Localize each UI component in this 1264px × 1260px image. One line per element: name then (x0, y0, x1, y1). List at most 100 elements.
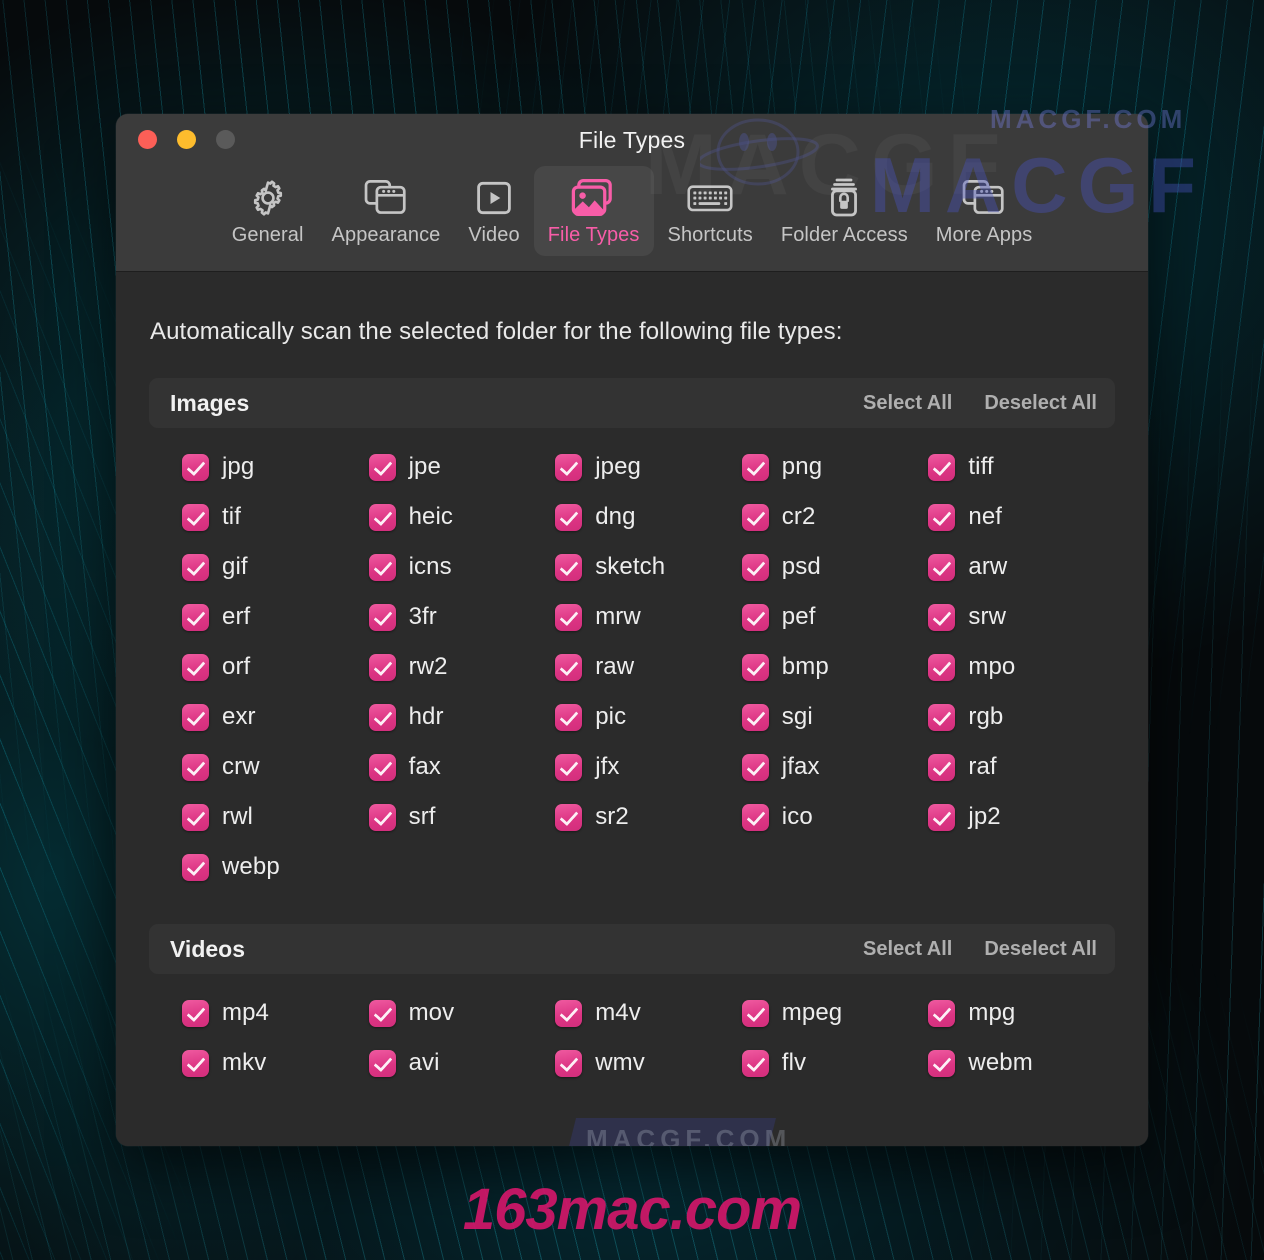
checkbox-checked-icon[interactable] (182, 653, 209, 681)
file-type-option[interactable]: tiff (928, 442, 1115, 492)
file-type-option[interactable]: psd (741, 542, 929, 592)
file-type-option[interactable]: exr (182, 692, 369, 742)
file-type-option[interactable]: crw (182, 742, 369, 792)
checkbox-checked-icon[interactable] (182, 453, 209, 481)
tab-folder-access[interactable]: Folder Access (767, 166, 922, 256)
file-type-option[interactable]: webp (182, 842, 369, 892)
checkbox-checked-icon[interactable] (928, 553, 956, 581)
file-type-option[interactable]: nef (928, 492, 1115, 542)
checkbox-checked-icon[interactable] (368, 603, 396, 631)
file-type-option[interactable]: fax (368, 742, 556, 792)
file-type-option[interactable]: mkv (182, 1038, 369, 1088)
checkbox-checked-icon[interactable] (928, 999, 956, 1027)
checkbox-checked-icon[interactable] (182, 703, 209, 731)
file-type-option[interactable]: bmp (741, 642, 929, 692)
checkbox-checked-icon[interactable] (182, 853, 209, 881)
file-type-option[interactable]: hdr (368, 692, 556, 742)
file-type-option[interactable]: wmv (555, 1038, 742, 1088)
file-type-option[interactable]: arw (928, 542, 1115, 592)
checkbox-checked-icon[interactable] (368, 503, 396, 531)
checkbox-checked-icon[interactable] (741, 603, 769, 631)
checkbox-checked-icon[interactable] (555, 453, 583, 481)
checkbox-checked-icon[interactable] (182, 999, 209, 1027)
checkbox-checked-icon[interactable] (741, 753, 769, 781)
checkbox-checked-icon[interactable] (928, 703, 956, 731)
file-type-option[interactable]: icns (368, 542, 556, 592)
checkbox-checked-icon[interactable] (182, 1049, 209, 1077)
videos-select-all-button[interactable]: Select All (863, 938, 952, 961)
file-type-option[interactable]: orf (182, 642, 369, 692)
file-type-option[interactable]: jpg (182, 442, 369, 492)
checkbox-checked-icon[interactable] (368, 703, 396, 731)
file-type-option[interactable]: jpe (368, 442, 556, 492)
tab-shortcuts[interactable]: Shortcuts (654, 166, 767, 256)
checkbox-checked-icon[interactable] (368, 803, 396, 831)
file-type-option[interactable]: 3fr (368, 592, 556, 642)
checkbox-checked-icon[interactable] (555, 753, 583, 781)
checkbox-checked-icon[interactable] (741, 999, 769, 1027)
file-type-option[interactable]: mpg (928, 988, 1115, 1038)
file-type-option[interactable]: jfx (555, 742, 742, 792)
checkbox-checked-icon[interactable] (741, 803, 769, 831)
checkbox-checked-icon[interactable] (741, 503, 769, 531)
file-type-option[interactable]: gif (182, 542, 369, 592)
file-type-option[interactable]: cr2 (741, 492, 929, 542)
file-type-option[interactable]: jp2 (928, 792, 1115, 842)
checkbox-checked-icon[interactable] (368, 753, 396, 781)
file-type-option[interactable]: heic (368, 492, 556, 542)
checkbox-checked-icon[interactable] (928, 603, 956, 631)
checkbox-checked-icon[interactable] (928, 1049, 956, 1077)
checkbox-checked-icon[interactable] (555, 553, 583, 581)
tab-appearance[interactable]: Appearance (318, 166, 455, 256)
file-type-option[interactable]: png (741, 442, 929, 492)
checkbox-checked-icon[interactable] (368, 1049, 396, 1077)
checkbox-checked-icon[interactable] (741, 653, 769, 681)
images-select-all-button[interactable]: Select All (863, 392, 952, 415)
tab-general[interactable]: General (218, 166, 318, 256)
file-type-option[interactable]: dng (555, 492, 742, 542)
file-type-option[interactable]: jpeg (555, 442, 742, 492)
file-type-option[interactable]: sr2 (555, 792, 742, 842)
checkbox-checked-icon[interactable] (555, 503, 583, 531)
checkbox-checked-icon[interactable] (368, 999, 396, 1027)
file-type-option[interactable]: rwl (182, 792, 369, 842)
file-type-option[interactable]: raw (555, 642, 742, 692)
checkbox-checked-icon[interactable] (555, 1049, 583, 1077)
file-type-option[interactable]: sgi (741, 692, 929, 742)
checkbox-checked-icon[interactable] (741, 703, 769, 731)
checkbox-checked-icon[interactable] (182, 553, 209, 581)
videos-deselect-all-button[interactable]: Deselect All (984, 938, 1097, 961)
file-type-option[interactable]: srw (928, 592, 1115, 642)
file-type-option[interactable]: sketch (555, 542, 742, 592)
file-type-option[interactable]: mpeg (741, 988, 929, 1038)
checkbox-checked-icon[interactable] (928, 653, 956, 681)
checkbox-checked-icon[interactable] (928, 453, 956, 481)
tab-file-types[interactable]: File Types (533, 166, 654, 256)
file-type-option[interactable]: srf (368, 792, 556, 842)
file-type-option[interactable]: pic (555, 692, 742, 742)
file-type-option[interactable]: tif (182, 492, 369, 542)
tab-more-apps[interactable]: More Apps (922, 166, 1047, 256)
file-type-option[interactable]: jfax (741, 742, 929, 792)
file-type-option[interactable]: webm (928, 1038, 1115, 1088)
checkbox-checked-icon[interactable] (555, 999, 583, 1027)
checkbox-checked-icon[interactable] (741, 1049, 769, 1077)
file-type-option[interactable]: avi (368, 1038, 556, 1088)
images-deselect-all-button[interactable]: Deselect All (984, 392, 1097, 415)
checkbox-checked-icon[interactable] (928, 503, 956, 531)
checkbox-checked-icon[interactable] (555, 703, 583, 731)
file-type-option[interactable]: rgb (928, 692, 1115, 742)
checkbox-checked-icon[interactable] (182, 753, 209, 781)
checkbox-checked-icon[interactable] (555, 653, 583, 681)
tab-video[interactable]: Video (454, 166, 533, 256)
file-type-option[interactable]: raf (928, 742, 1115, 792)
checkbox-checked-icon[interactable] (555, 803, 583, 831)
file-type-option[interactable]: flv (741, 1038, 929, 1088)
file-type-option[interactable]: mp4 (182, 988, 369, 1038)
checkbox-checked-icon[interactable] (368, 453, 396, 481)
checkbox-checked-icon[interactable] (928, 803, 956, 831)
file-type-option[interactable]: rw2 (368, 642, 556, 692)
checkbox-checked-icon[interactable] (182, 503, 209, 531)
file-type-option[interactable]: ico (741, 792, 929, 842)
checkbox-checked-icon[interactable] (928, 753, 956, 781)
